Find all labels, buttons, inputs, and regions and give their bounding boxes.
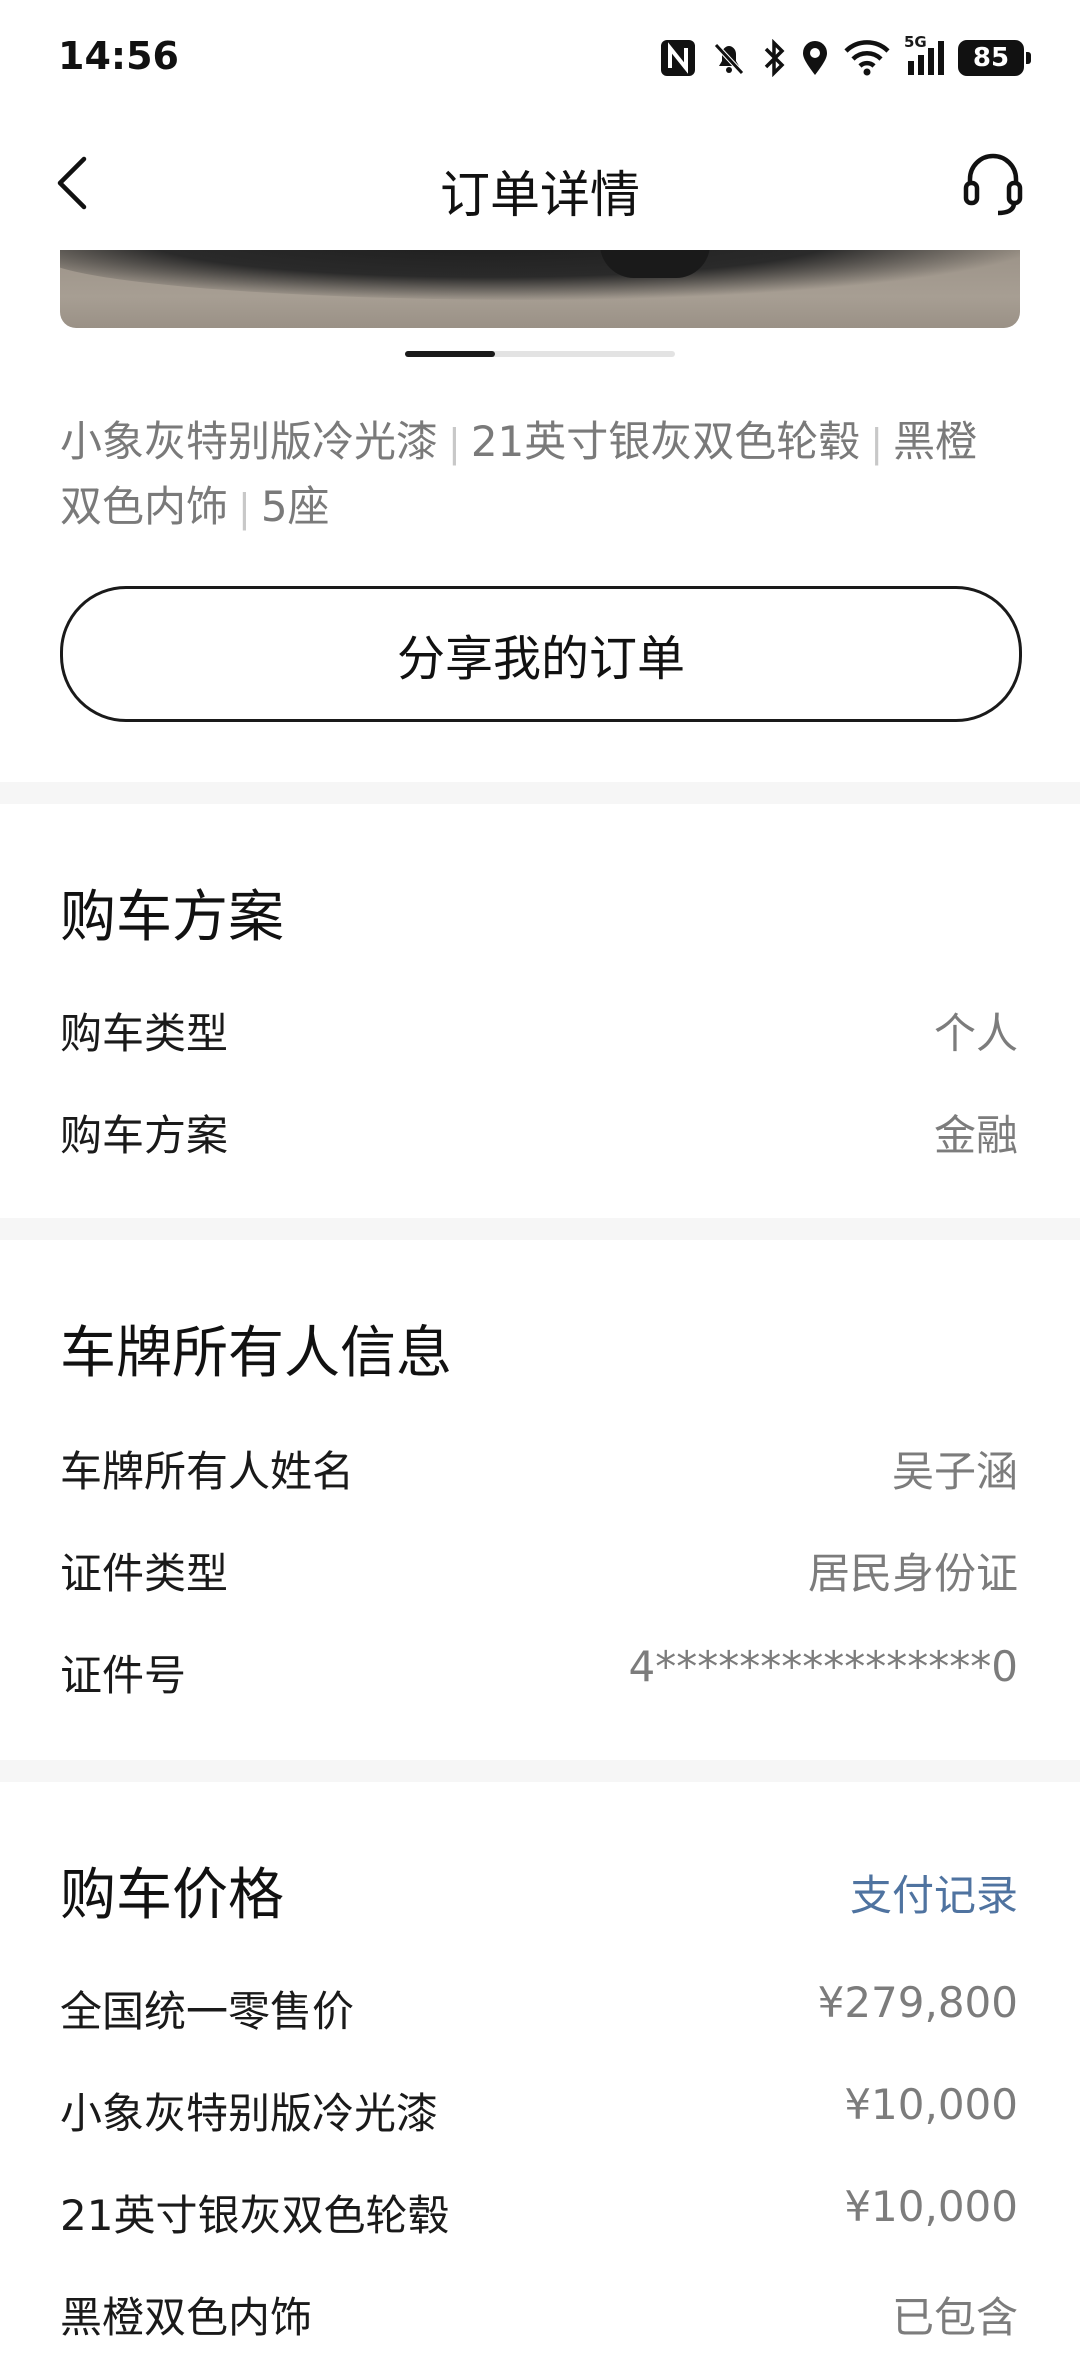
carousel-indicator: [405, 351, 675, 357]
config-separator: |: [238, 486, 251, 530]
battery-icon: 85: [958, 40, 1031, 76]
purchase-type-label: 购车类型: [60, 1009, 229, 1058]
config-seats: 5座: [260, 482, 330, 531]
purchase-type-value: 个人: [933, 1009, 1018, 1058]
wheel-option-value: ¥10,000: [844, 2182, 1018, 2231]
section-divider: [0, 1218, 1080, 1240]
headset-icon: [963, 153, 1023, 216]
status-bar: 14:56 5G 85: [0, 0, 1080, 115]
config-separator: |: [870, 421, 884, 465]
msrp-value: ¥279,800: [817, 1978, 1018, 2027]
location-icon: [800, 39, 830, 77]
config-interior-b: 双色内饰: [60, 482, 229, 531]
car-image[interactable]: [60, 250, 1020, 328]
id-number-value: 4****************0: [628, 1642, 1018, 1691]
paint-option-label: 小象灰特别版冷光漆: [60, 2089, 439, 2138]
mute-bell-icon: [710, 39, 748, 77]
id-type-label: 证件类型: [60, 1549, 229, 1598]
owner-name-label: 车牌所有人姓名: [60, 1447, 355, 1496]
config-wheels: 21英寸银灰双色轮毂: [470, 417, 861, 466]
page-title: 订单详情: [440, 166, 640, 224]
battery-level: 85: [972, 43, 1010, 73]
paint-option-value: ¥10,000: [844, 2080, 1018, 2129]
status-icons: 5G 85: [660, 33, 1031, 80]
signal-icon: 5G: [904, 33, 944, 77]
network-type: 5G: [904, 33, 927, 51]
nfc-icon: [660, 39, 696, 77]
config-interior-a: 黑橙: [893, 417, 978, 466]
section-divider: [0, 1760, 1080, 1782]
wheel-option-label: 21英寸银灰双色轮毂: [60, 2191, 450, 2240]
share-order-button[interactable]: 分享我的订单: [60, 586, 1022, 722]
interior-option-value: 已包含: [891, 2293, 1018, 2342]
nav-bar: 订单详情: [0, 115, 1080, 250]
price-title: 购车价格: [60, 1863, 284, 1928]
car-config-summary: 小象灰特别版冷光漆 | 21英寸银灰双色轮毂 | 黑橙 双色内饰 | 5座: [60, 410, 1020, 540]
interior-option-label: 黑橙双色内饰: [60, 2293, 313, 2342]
status-time: 14:56: [58, 34, 179, 78]
purchase-plan-title: 购车方案: [60, 885, 284, 950]
config-paint: 小象灰特别版冷光漆: [60, 417, 439, 466]
purchase-plan-value: 金融: [933, 1111, 1018, 1160]
car-shadow: [60, 250, 1020, 300]
config-separator: |: [448, 421, 461, 465]
customer-service-button[interactable]: [962, 151, 1024, 217]
bluetooth-icon: [762, 39, 786, 77]
owner-info-title: 车牌所有人信息: [60, 1321, 452, 1386]
id-number-label: 证件号: [60, 1651, 187, 1700]
owner-name-value: 吴子涵: [891, 1447, 1018, 1496]
section-divider: [0, 782, 1080, 804]
purchase-plan-label: 购车方案: [60, 1111, 229, 1160]
payment-records-link[interactable]: 支付记录: [850, 1862, 1018, 1923]
id-type-value: 居民身份证: [807, 1549, 1018, 1598]
carousel-indicator-active: [405, 351, 495, 357]
wifi-icon: [844, 39, 890, 77]
msrp-label: 全国统一零售价: [60, 1987, 355, 2036]
